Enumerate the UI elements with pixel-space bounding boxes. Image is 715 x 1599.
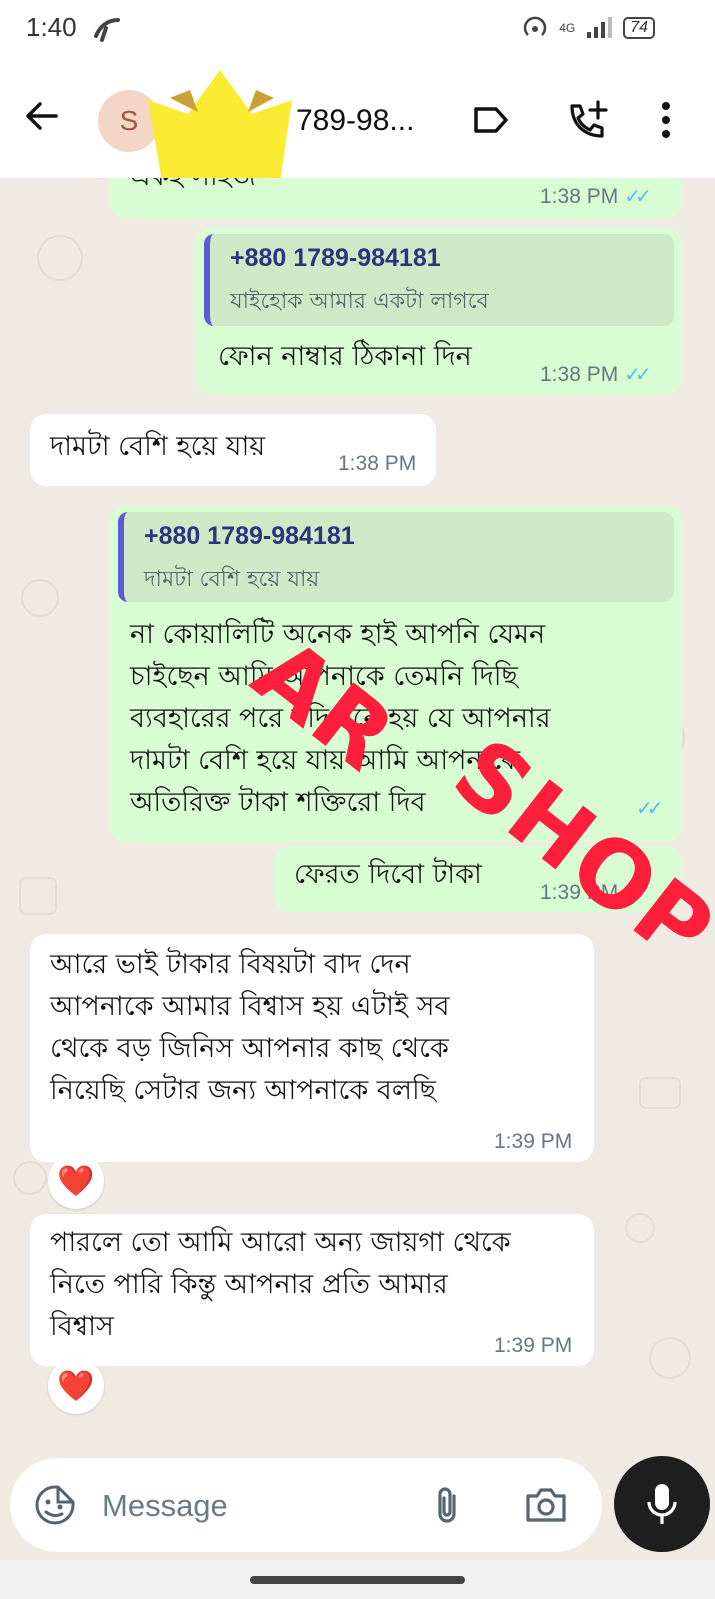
message-bubble-incoming[interactable]: আরে ভাই টাকার বিষয়টা বাদ দেন আপনাকে আমা… [30,934,594,1162]
message-text: আরে ভাই টাকার বিষয়টা বাদ দেন আপনাকে আমা… [50,944,590,1112]
quoted-sender: +880 1789-984181 [230,244,441,272]
message-text: দামটা বেশি হয়ে যায় [50,431,266,462]
quoted-sender: +880 1789-984181 [144,522,355,550]
read-receipt-icon: ✓✓ [624,364,651,386]
heart-reaction-icon[interactable]: ❤️ [48,1153,104,1209]
add-call-icon[interactable] [566,100,610,142]
status-time: 1:40 [26,12,77,42]
contact-name[interactable]: 789-98... [296,104,414,138]
message-input[interactable] [100,1480,404,1532]
message-line: দামটা বেশি হয়ে যায় আমি আপনাকে [130,745,521,776]
message-line: না কোয়ালিটি অনেক হাই আপনি যেমন [130,619,546,650]
back-arrow-icon[interactable] [24,98,60,134]
chat-area[interactable]: একই সাইজ 1:38 PM✓✓ +880 1789-984181 যাইহ… [0,178,715,1430]
sticker-icon[interactable] [34,1484,76,1526]
read-receipt-icon: ✓✓ [624,186,651,208]
more-options-icon[interactable] [660,100,672,140]
reaction-emoji: ❤️ [57,1163,95,1199]
crown-sticker-icon [148,70,292,182]
message-line: নিয়েছি সেটার জন্য আপনাকে বলছি [50,1075,437,1106]
reaction-emoji: ❤️ [57,1368,95,1404]
quoted-message[interactable]: +880 1789-984181 যাইহোক আমার একটা লাগবে [204,234,674,326]
message-time: 1:39 PM [494,1334,573,1357]
microphone-icon [647,1484,677,1524]
network-type: 4G [559,21,576,35]
chat-header: S 789-98... [0,60,715,182]
voice-message-button[interactable] [614,1456,710,1552]
message-time: 1:38 PM ✓✓ [540,185,652,208]
message-line: আরে ভাই টাকার বিষয়টা বাদ দেন [50,949,411,980]
hotspot-icon [523,16,547,36]
message-text: পারলে তো আমি আরো অন্য জায়গা থেকে নিতে প… [50,1222,590,1348]
message-line: চাইছেন আমি আপনাকে তেমনি দিছি [130,661,518,692]
message-text: ফোন নাম্বার ঠিকানা দিন [218,341,472,372]
signal-icon [587,17,613,38]
message-bubble-outgoing[interactable]: +880 1789-984181 দামটা বেশি হয়ে যায় না… [110,506,682,842]
message-bubble-incoming[interactable]: দামটা বেশি হয়ে যায় 1:38 PM [30,414,436,486]
message-composer [10,1458,602,1552]
message-line: আপনাকে আমার বিশ্বাস হয় এটাই সব [50,991,450,1022]
status-indicators: 4G 74 [521,15,655,41]
heart-reaction-icon[interactable]: ❤️ [48,1358,104,1414]
status-bar: 1:40 4G 74 [0,0,715,60]
read-receipt-icon: ✓✓ [636,796,663,820]
message-line: থেকে বড় জিনিস আপনার কাছ থেকে [50,1033,449,1064]
message-line: পারলে তো আমি আরো অন্য জায়গা থেকে [50,1227,511,1258]
quoted-message[interactable]: +880 1789-984181 দামটা বেশি হয়ে যায় [118,512,674,602]
attach-icon[interactable] [432,1484,462,1526]
message-time: 1:39 PM [494,1130,573,1153]
label-icon[interactable] [472,104,510,136]
home-handle[interactable] [250,1576,465,1584]
message-time: 1:38 PM ✓✓ [540,363,652,386]
message-bubble-outgoing[interactable]: একই সাইজ 1:38 PM✓✓ [110,178,682,218]
message-line: নিতে পারি কিন্তু আপনার প্রতি আমার [50,1269,448,1300]
message-time: 1:38 PM [338,452,417,475]
system-nav-bar [0,1560,715,1599]
message-bubble-incoming[interactable]: পারলে তো আমি আরো অন্য জায়গা থেকে নিতে প… [30,1214,594,1366]
camera-icon[interactable] [524,1486,568,1524]
missed-call-icon [94,18,120,42]
battery-indicator: 74 [623,17,655,39]
message-text: ফেরত দিবো টাকা [294,859,482,890]
quoted-text: যাইহোক আমার একটা লাগবে [230,289,489,314]
quoted-text: দামটা বেশি হয়ে যায় [144,567,320,592]
message-bubble-outgoing[interactable]: +880 1789-984181 যাইহোক আমার একটা লাগবে … [196,228,682,394]
message-text: একই সাইজ [130,178,256,198]
